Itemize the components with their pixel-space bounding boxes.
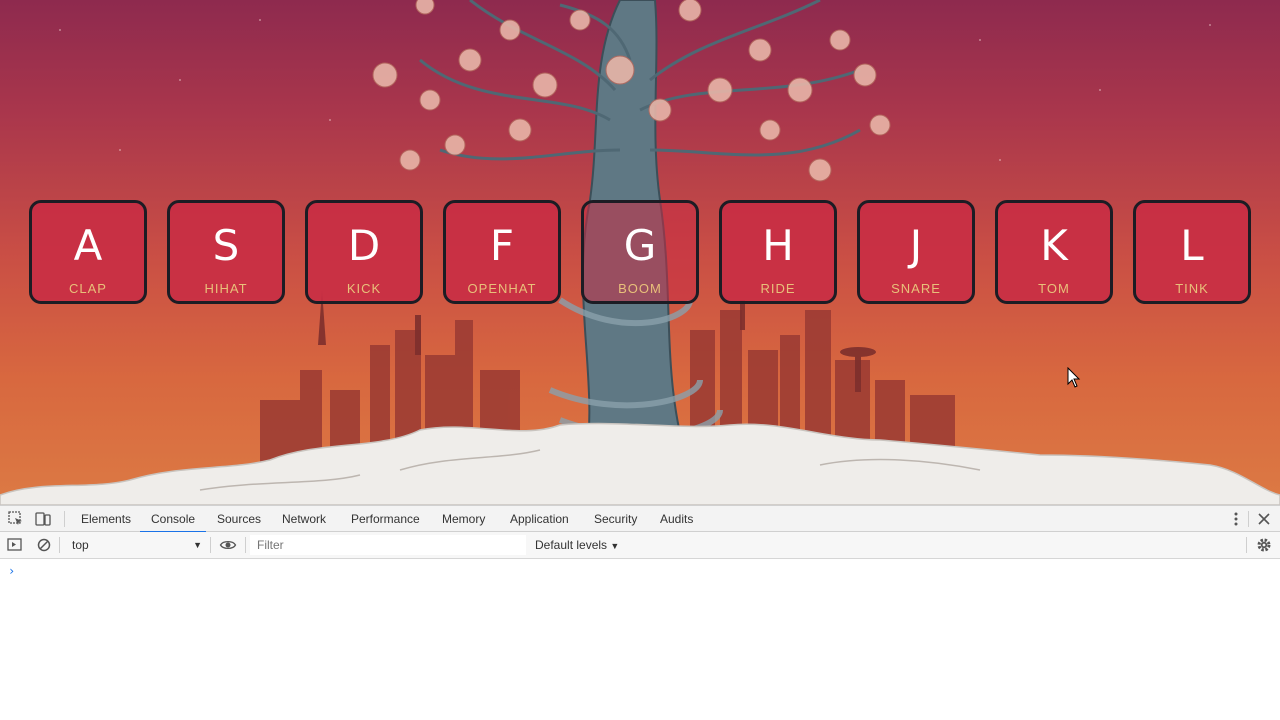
tab-elements[interactable]: Elements xyxy=(81,506,131,532)
key-letter: L xyxy=(1180,221,1204,270)
key-letter: K xyxy=(1040,221,1068,270)
drum-key-g[interactable]: G BOOM xyxy=(581,200,699,304)
device-toolbar-icon[interactable] xyxy=(34,510,52,528)
divider xyxy=(210,537,211,553)
devtools-tabbar: Elements Console Sources Network Perform… xyxy=(0,505,1280,533)
context-label: top xyxy=(72,538,89,552)
sidebar-icon[interactable] xyxy=(6,536,24,554)
close-icon[interactable] xyxy=(1255,510,1273,528)
key-letter: S xyxy=(212,221,240,270)
tab-console[interactable]: Console xyxy=(139,506,207,533)
divider xyxy=(1246,537,1247,553)
tab-sources[interactable]: Sources xyxy=(217,506,261,532)
drum-key-l[interactable]: L TINK xyxy=(1133,200,1251,304)
inspect-icon[interactable] xyxy=(7,510,25,528)
page-viewport: A CLAP S HIHAT D KICK F OPENHAT G BOOM H… xyxy=(0,0,1280,505)
dropdown-arrow-icon: ▼ xyxy=(610,541,620,551)
console-prompt[interactable]: › xyxy=(8,564,15,578)
tab-application[interactable]: Application xyxy=(510,506,569,532)
divider xyxy=(59,537,60,553)
sound-label: CLAP xyxy=(69,281,107,296)
sound-label: SNARE xyxy=(891,281,941,296)
log-levels-label: Default levels xyxy=(535,538,608,552)
clear-console-icon[interactable] xyxy=(35,536,53,554)
more-icon[interactable] xyxy=(1227,510,1245,528)
tab-network[interactable]: Network xyxy=(282,506,326,532)
drum-key-h[interactable]: H RIDE xyxy=(719,200,837,304)
tab-audits[interactable]: Audits xyxy=(660,506,693,532)
drum-key-a[interactable]: A CLAP xyxy=(29,200,147,304)
sound-label: KICK xyxy=(346,281,382,296)
filter-input[interactable] xyxy=(250,535,526,555)
mouse-cursor-icon xyxy=(1067,367,1081,388)
drum-key-d[interactable]: D KICK xyxy=(305,200,423,304)
settings-icon[interactable] xyxy=(1255,536,1273,554)
divider xyxy=(245,537,246,553)
key-letter: J xyxy=(909,221,923,270)
tab-security[interactable]: Security xyxy=(594,506,637,532)
drum-key-j[interactable]: J SNARE xyxy=(857,200,975,304)
sound-label: OPENHAT xyxy=(467,281,537,296)
sound-label: HIHAT xyxy=(204,281,248,296)
drum-key-f[interactable]: F OPENHAT xyxy=(443,200,561,304)
divider xyxy=(64,511,65,527)
drum-keys: A CLAP S HIHAT D KICK F OPENHAT G BOOM H… xyxy=(29,200,1251,304)
divider xyxy=(1248,511,1249,527)
dropdown-arrow-icon: ▼ xyxy=(193,540,202,550)
drum-key-s[interactable]: S HIHAT xyxy=(167,200,285,304)
sound-label: RIDE xyxy=(760,281,796,296)
tab-performance[interactable]: Performance xyxy=(351,506,420,532)
key-letter: H xyxy=(762,221,794,270)
key-letter: D xyxy=(347,221,381,270)
key-letter: A xyxy=(73,221,103,270)
eye-icon[interactable] xyxy=(219,536,237,554)
key-letter: F xyxy=(489,221,515,270)
sound-label: TOM xyxy=(1038,281,1070,296)
context-selector[interactable]: top ▼ xyxy=(66,536,206,554)
key-letter: G xyxy=(623,221,657,270)
drum-key-k[interactable]: K TOM xyxy=(995,200,1113,304)
console-toolbar: top ▼ Default levels ▼ xyxy=(0,532,1280,559)
tab-memory[interactable]: Memory xyxy=(442,506,485,532)
devtools-panel: Elements Console Sources Network Perform… xyxy=(0,505,1280,720)
sound-label: TINK xyxy=(1175,281,1209,296)
log-levels-dropdown[interactable]: Default levels ▼ xyxy=(535,536,619,555)
sound-label: BOOM xyxy=(618,281,662,296)
